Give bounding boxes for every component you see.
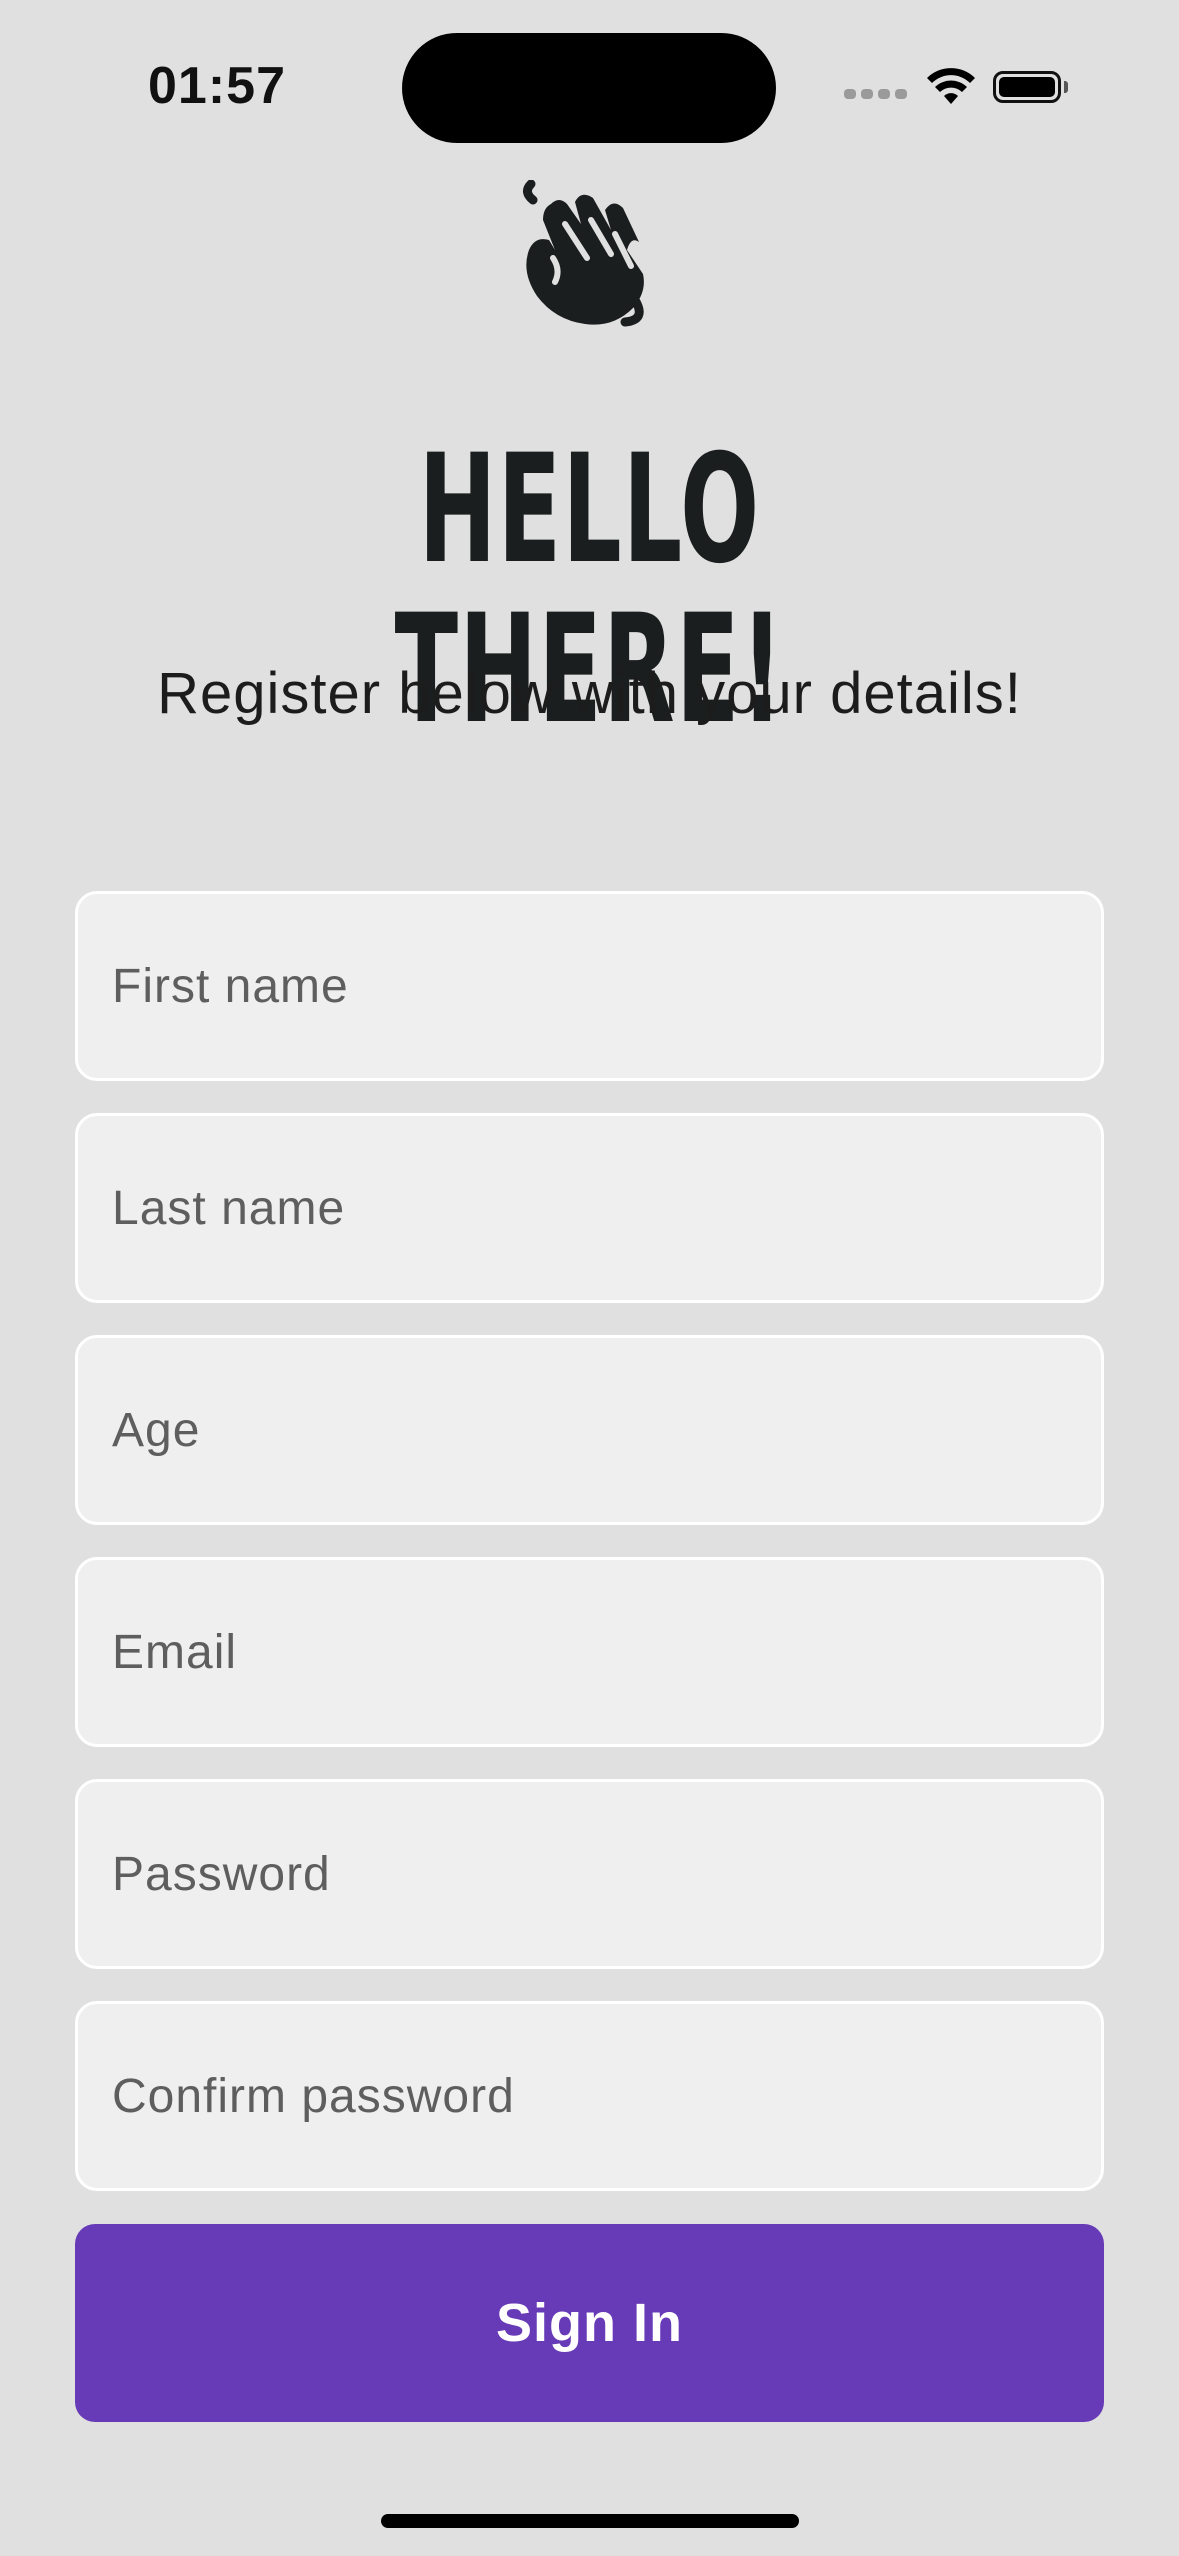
confirm-password-field[interactable] — [78, 2004, 1101, 2188]
last-name-field[interactable] — [78, 1116, 1101, 1300]
sign-in-button[interactable]: Sign In — [75, 2224, 1104, 2422]
email-field-container — [75, 1557, 1104, 1747]
age-field-container — [75, 1335, 1104, 1525]
status-time: 01:57 — [148, 57, 286, 115]
password-field-container — [75, 1779, 1104, 1969]
first-name-field-container — [75, 891, 1104, 1081]
last-name-field-container — [75, 1113, 1104, 1303]
waving-hand-icon — [523, 180, 644, 327]
battery-icon — [993, 71, 1068, 103]
wifi-icon — [927, 68, 975, 104]
first-name-field[interactable] — [78, 894, 1101, 1078]
password-field[interactable] — [78, 1782, 1101, 1966]
registration-form — [75, 891, 1104, 2223]
signal-icon — [844, 89, 907, 99]
dynamic-island — [402, 33, 776, 143]
confirm-password-field-container — [75, 2001, 1104, 2191]
home-indicator — [381, 2514, 799, 2528]
status-icons — [844, 62, 1068, 112]
page-subtitle: Register below with your details! — [157, 661, 1022, 726]
email-field[interactable] — [78, 1560, 1101, 1744]
age-field[interactable] — [78, 1338, 1101, 1522]
